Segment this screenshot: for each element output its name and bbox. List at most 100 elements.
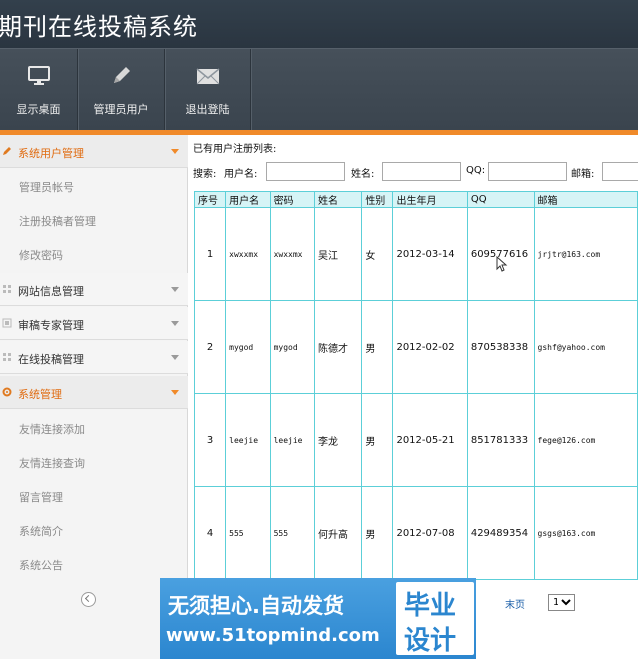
table-row: 3 leejie leejie 李龙 男 2012-05-21 85178133… [193, 393, 638, 487]
name-label: 姓名: [351, 169, 375, 180]
username-input[interactable] [266, 162, 345, 181]
cell-index: 4 [193, 486, 227, 580]
sidebar-collapse-button[interactable] [81, 592, 96, 607]
sidebar-item-label: 系统简介 [19, 525, 63, 538]
email-input[interactable] [602, 162, 638, 181]
sidebar-item-link-query[interactable]: 友情连接查询 [0, 445, 188, 479]
cell-name: 陈德才 [313, 300, 363, 394]
cell-birth: 2012-02-02 [392, 300, 468, 394]
cell-birth: 2012-05-21 [392, 393, 468, 487]
watermark-banner: 无须担心.自动发货 www.51topmind.com 毕业 设计 [160, 578, 476, 659]
logout-label: 退出登陆 [185, 103, 230, 116]
app-window: 期刊在线投稿系统 显示桌面 管理员用户 退出登陆 系统用户管理 管理员帐号 注册… [0, 0, 638, 659]
sidebar-group-system-management[interactable]: 系统管理 [0, 376, 188, 409]
sidebar-item-announcement[interactable]: 系统公告 [0, 547, 188, 581]
title-bar: 期刊在线投稿系统 [0, 0, 638, 48]
sidebar-item-label: 友情连接添加 [19, 423, 85, 436]
search-bar: 搜索: 用户名: 姓名: QQ: 邮箱: [193, 162, 638, 182]
show-desktop-label: 显示桌面 [16, 103, 61, 116]
sidebar-item-change-password[interactable]: 修改密码 [0, 237, 188, 271]
admin-user-button[interactable]: 管理员用户 [78, 49, 165, 131]
sidebar-group-label: 系统用户管理 [18, 147, 84, 160]
show-desktop-button[interactable]: 显示桌面 [0, 49, 78, 131]
grid-icon [3, 353, 11, 361]
qq-input[interactable] [488, 162, 567, 181]
sidebar-group-label: 在线投稿管理 [18, 353, 84, 366]
cell-birth: 2012-07-08 [392, 486, 468, 580]
sidebar-group-site-info[interactable]: 网站信息管理 [0, 273, 188, 306]
sidebar-item-registered-authors[interactable]: 注册投稿者管理 [0, 203, 188, 237]
cell-birth: 2012-03-14 [392, 207, 468, 301]
cell-username: 555 [225, 486, 271, 580]
column-header: 性别 [361, 191, 394, 208]
cell-password: 555 [269, 486, 315, 580]
chevron-down-icon [171, 287, 179, 292]
table-header-row: 序号 用户名 密码 姓名 性别 出生年月 QQ 邮箱 [193, 191, 638, 208]
cell-username: mygod [225, 300, 271, 394]
sidebar-item-system-intro[interactable]: 系统简介 [0, 513, 188, 547]
cell-qq: 870538338 [466, 300, 535, 394]
app-title: 期刊在线投稿系统 [0, 13, 198, 41]
table-row: 4 555 555 何升高 男 2012-07-08 429489354 gsg… [193, 486, 638, 580]
column-header: 姓名 [313, 191, 363, 208]
banner-line2: www.51topmind.com [166, 625, 380, 646]
cell-qq: 429489354 [466, 486, 535, 580]
cell-qq: 851781333 [466, 393, 535, 487]
chevron-down-icon [171, 321, 179, 326]
list-caption: 已有用户注册列表: [193, 144, 277, 155]
page-select[interactable]: 1 [548, 594, 575, 611]
chevron-down-icon [171, 355, 179, 360]
search-label: 搜索: [193, 169, 217, 180]
monitor-icon [27, 66, 50, 85]
sidebar-item-link-add[interactable]: 友情连接添加 [0, 411, 188, 445]
column-header: 序号 [193, 191, 227, 208]
sidebar-item-admin-account[interactable]: 管理员帐号 [0, 169, 188, 203]
column-header: 用户名 [225, 191, 271, 208]
cell-email: gsgs@163.com [533, 486, 638, 580]
cell-username: xwxxmx [225, 207, 271, 301]
sidebar-group-user-management[interactable]: 系统用户管理 [0, 135, 188, 168]
cell-password: xwxxmx [269, 207, 315, 301]
cell-gender: 男 [361, 486, 394, 580]
cell-index: 1 [193, 207, 227, 301]
last-page-link[interactable]: 末页 [505, 596, 525, 611]
user-table: 序号 用户名 密码 姓名 性别 出生年月 QQ 邮箱 1 xwxxmx xwxx… [193, 191, 638, 580]
cell-index: 3 [193, 393, 227, 487]
sidebar-item-messages[interactable]: 留言管理 [0, 479, 188, 513]
qq-label: QQ: [466, 165, 486, 176]
banner-badge-line2: 设计 [404, 626, 457, 656]
username-label: 用户名: [224, 169, 258, 180]
sidebar-group-label: 审稿专家管理 [18, 319, 84, 332]
mouse-cursor-icon [496, 256, 508, 272]
table-row: 1 xwxxmx xwxxmx 吴江 女 2012-03-14 60957761… [193, 207, 638, 301]
column-header: 邮箱 [533, 191, 638, 208]
top-toolbar: 显示桌面 管理员用户 退出登陆 [0, 48, 638, 131]
chevron-down-icon [171, 390, 179, 395]
cell-gender: 男 [361, 393, 394, 487]
cell-email: jrjtr@163.com [533, 207, 638, 301]
banner-badge-line1: 毕业 [404, 591, 457, 621]
logout-button[interactable]: 退出登陆 [165, 49, 251, 131]
cell-qq: 609577616 [466, 207, 535, 301]
cell-password: leejie [269, 393, 315, 487]
column-header: 出生年月 [392, 191, 468, 208]
cell-name: 吴江 [313, 207, 363, 301]
sidebar-item-label: 留言管理 [19, 491, 63, 504]
sidebar-item-label: 系统公告 [19, 559, 63, 572]
banner-line1: 无须担心.自动发货 [168, 594, 344, 618]
gear-icon [2, 387, 12, 397]
name-input[interactable] [382, 162, 461, 181]
email-label: 邮箱: [571, 169, 595, 180]
sidebar-item-label: 友情连接查询 [19, 457, 85, 470]
sidebar-group-label: 网站信息管理 [18, 285, 84, 298]
chevron-down-icon [171, 149, 179, 154]
column-header: QQ [466, 191, 535, 208]
cell-name: 何升高 [313, 486, 363, 580]
banner-badge: 毕业 设计 [396, 582, 474, 656]
cell-gender: 女 [361, 207, 394, 301]
cell-gender: 男 [361, 300, 394, 394]
cell-username: leejie [225, 393, 271, 487]
column-header: 密码 [269, 191, 315, 208]
sidebar-group-submissions[interactable]: 在线投稿管理 [0, 341, 188, 374]
sidebar-group-reviewers[interactable]: 审稿专家管理 [0, 307, 188, 340]
